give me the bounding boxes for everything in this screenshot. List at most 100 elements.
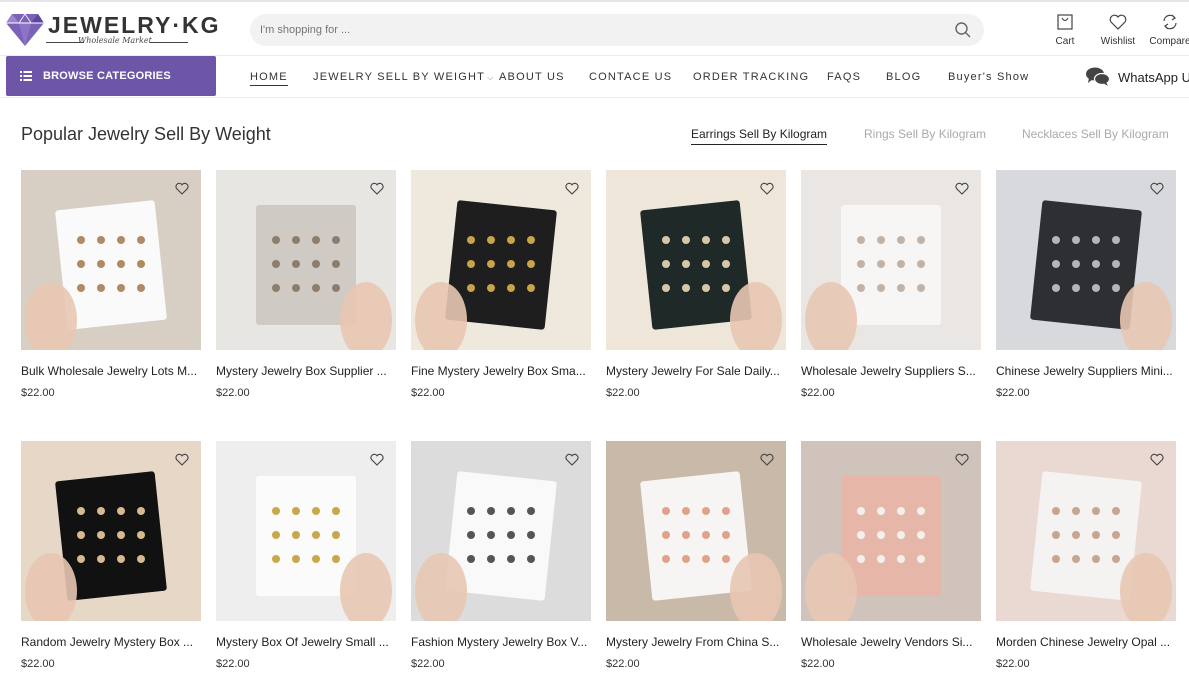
product-name[interactable]: Morden Chinese Jewelry Opal ...: [996, 635, 1176, 649]
product-photo: [21, 170, 201, 350]
product-card[interactable]: Morden Chinese Jewelry Opal ... $22.00: [996, 441, 1176, 670]
product-photo: [411, 441, 591, 621]
product-image[interactable]: [996, 441, 1176, 621]
product-name[interactable]: Random Jewelry Mystery Box ...: [21, 635, 201, 649]
wishlist-heart-icon[interactable]: [955, 182, 969, 195]
product-price: $22.00: [21, 658, 55, 670]
nav-item-order-tracking[interactable]: ORDER TRACKING: [693, 71, 809, 83]
product-price: $22.00: [801, 387, 835, 399]
nav-item-contact-us[interactable]: CONTACE US: [589, 71, 672, 83]
product-photo: [216, 441, 396, 621]
compare-label: Compare: [1149, 36, 1189, 47]
product-name[interactable]: Mystery Jewelry From China S...: [606, 635, 786, 649]
product-image[interactable]: [411, 441, 591, 621]
section-title: Popular Jewelry Sell By Weight: [21, 124, 271, 144]
product-card[interactable]: Mystery Jewelry For Sale Daily... $22.00: [606, 170, 786, 399]
product-price: $22.00: [216, 658, 250, 670]
product-image[interactable]: [801, 170, 981, 350]
product-card[interactable]: Random Jewelry Mystery Box ... $22.00: [21, 441, 201, 670]
product-name[interactable]: Mystery Box Of Jewelry Small ...: [216, 635, 396, 649]
product-photo: [801, 170, 981, 350]
product-price: $22.00: [216, 387, 250, 399]
product-name[interactable]: Wholesale Jewelry Suppliers S...: [801, 364, 981, 378]
wishlist-heart-icon[interactable]: [1150, 182, 1164, 195]
search-icon[interactable]: [954, 21, 972, 39]
product-price: $22.00: [606, 387, 640, 399]
wishlist-heart-icon[interactable]: [175, 182, 189, 195]
wishlist-heart-icon[interactable]: [175, 453, 189, 466]
wishlist-button[interactable]: Wishlist: [1093, 12, 1143, 47]
tab-earrings[interactable]: Earrings Sell By Kilogram: [691, 127, 828, 145]
wishlist-heart-icon[interactable]: [565, 453, 579, 466]
wishlist-heart-icon[interactable]: [760, 453, 774, 466]
compare-button[interactable]: Compare: [1145, 12, 1189, 47]
product-image[interactable]: [21, 441, 201, 621]
compare-icon: [1163, 14, 1177, 30]
product-card[interactable]: Wholesale Jewelry Suppliers S... $22.00: [801, 170, 981, 399]
wishlist-heart-icon[interactable]: [1150, 453, 1164, 466]
product-image[interactable]: [216, 441, 396, 621]
product-image[interactable]: [801, 441, 981, 621]
logo-text: JEWELRY·KG: [48, 12, 221, 38]
product-image[interactable]: [606, 170, 786, 350]
search-bar: [250, 14, 984, 46]
whatsapp-link[interactable]: WhatsApp Us: [1085, 66, 1189, 88]
nav-item-faqs[interactable]: FAQS: [827, 71, 861, 83]
wishlist-heart-icon[interactable]: [370, 453, 384, 466]
product-card[interactable]: Mystery Jewelry From China S... $22.00: [606, 441, 786, 670]
product-price: $22.00: [996, 387, 1030, 399]
product-photo: [21, 441, 201, 621]
diamond-logo-icon: [6, 13, 44, 46]
product-name[interactable]: Mystery Jewelry For Sale Daily...: [606, 364, 786, 378]
product-image[interactable]: [411, 170, 591, 350]
chat-bubbles-icon: [1086, 67, 1111, 86]
wishlist-heart-icon[interactable]: [370, 182, 384, 195]
product-photo: [216, 170, 396, 350]
product-price: $22.00: [606, 658, 640, 670]
nav-item-jewelry-sell-by-weight[interactable]: JEWELRY SELL BY WEIGHT ⌵: [313, 71, 494, 83]
product-image[interactable]: [606, 441, 786, 621]
cart-button[interactable]: Cart: [1040, 12, 1090, 47]
product-name[interactable]: Chinese Jewelry Suppliers Mini...: [996, 364, 1176, 378]
tab-necklaces[interactable]: Necklaces Sell By Kilogram: [1022, 127, 1169, 141]
product-price: $22.00: [21, 387, 55, 399]
nav-item-about-us[interactable]: ABOUT US: [499, 71, 565, 83]
wishlist-heart-icon[interactable]: [565, 182, 579, 195]
product-card[interactable]: Fashion Mystery Jewelry Box V... $22.00: [411, 441, 591, 670]
product-image[interactable]: [996, 170, 1176, 350]
product-image[interactable]: [21, 170, 201, 350]
product-card[interactable]: Chinese Jewelry Suppliers Mini... $22.00: [996, 170, 1176, 399]
logo[interactable]: JEWELRY·KG Wholesale Market: [6, 10, 219, 50]
wishlist-icon: [1109, 14, 1127, 30]
product-card[interactable]: Mystery Box Of Jewelry Small ... $22.00: [216, 441, 396, 670]
menu-icon: [20, 71, 32, 81]
product-photo: [996, 170, 1176, 350]
tab-rings[interactable]: Rings Sell By Kilogram: [864, 127, 986, 141]
product-name[interactable]: Wholesale Jewelry Vendors Si...: [801, 635, 981, 649]
product-card[interactable]: Bulk Wholesale Jewelry Lots M... $22.00: [21, 170, 201, 399]
product-name[interactable]: Bulk Wholesale Jewelry Lots M...: [21, 364, 201, 378]
wishlist-heart-icon[interactable]: [955, 453, 969, 466]
nav-item-blog[interactable]: BLOG: [886, 71, 921, 83]
nav-divider: [0, 97, 1189, 98]
product-name[interactable]: Fashion Mystery Jewelry Box V...: [411, 635, 591, 649]
site-header: JEWELRY·KG Wholesale Market Cart Wishlis…: [0, 0, 1189, 56]
product-card[interactable]: Wholesale Jewelry Vendors Si... $22.00: [801, 441, 981, 670]
product-photo: [606, 441, 786, 621]
product-name[interactable]: Mystery Jewelry Box Supplier ...: [216, 364, 396, 378]
product-image[interactable]: [216, 170, 396, 350]
chevron-down-icon: ⌵: [487, 73, 495, 82]
nav-item-label: JEWELRY SELL BY WEIGHT: [313, 71, 486, 83]
cart-label: Cart: [1055, 36, 1075, 47]
nav-item-home[interactable]: HOME: [250, 71, 288, 86]
logo-tagline: Wholesale Market: [78, 36, 152, 45]
browse-categories-button[interactable]: BROWSE CATEGORIES: [6, 56, 216, 96]
product-price: $22.00: [996, 658, 1030, 670]
cart-icon: [1057, 14, 1073, 30]
search-input[interactable]: [260, 14, 940, 46]
product-card[interactable]: Fine Mystery Jewelry Box Sma... $22.00: [411, 170, 591, 399]
nav-item-buyers-show[interactable]: Buyer's Show: [948, 71, 1029, 83]
product-name[interactable]: Fine Mystery Jewelry Box Sma...: [411, 364, 591, 378]
wishlist-heart-icon[interactable]: [760, 182, 774, 195]
product-card[interactable]: Mystery Jewelry Box Supplier ... $22.00: [216, 170, 396, 399]
